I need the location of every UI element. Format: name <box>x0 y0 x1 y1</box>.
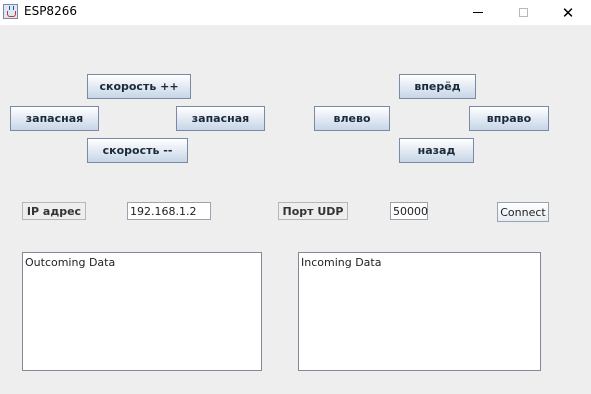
window-title: ESP8266 <box>24 4 77 18</box>
left-button[interactable]: влево <box>314 106 390 131</box>
java-app-icon <box>3 4 18 19</box>
minimize-icon <box>473 12 483 13</box>
ip-address-field[interactable]: 192.168.1.2 <box>127 202 211 220</box>
right-button[interactable]: вправо <box>469 106 549 131</box>
close-icon: ✕ <box>561 3 575 22</box>
spare-right-button[interactable]: запасная <box>176 106 265 131</box>
spare-left-button[interactable]: запасная <box>10 106 99 131</box>
minimize-button[interactable] <box>455 0 501 25</box>
title-bar: ESP8266 ✕ <box>0 0 591 25</box>
forward-button[interactable]: вперёд <box>399 74 476 99</box>
back-button[interactable]: назад <box>399 138 474 163</box>
maximize-icon <box>518 8 528 17</box>
connect-button[interactable]: Connect <box>497 202 549 222</box>
outgoing-data-textarea[interactable]: Outcoming Data <box>22 252 262 371</box>
ip-address-label: IP адрес <box>22 202 86 220</box>
udp-port-label: Порт UDP <box>278 202 348 220</box>
speed-up-button[interactable]: скорость ++ <box>87 74 191 99</box>
maximize-button[interactable] <box>500 0 546 25</box>
udp-port-field[interactable]: 50000 <box>390 202 428 220</box>
incoming-data-textarea[interactable]: Incoming Data <box>298 252 541 371</box>
close-button[interactable]: ✕ <box>545 0 591 25</box>
speed-down-button[interactable]: скорость -- <box>87 138 188 163</box>
